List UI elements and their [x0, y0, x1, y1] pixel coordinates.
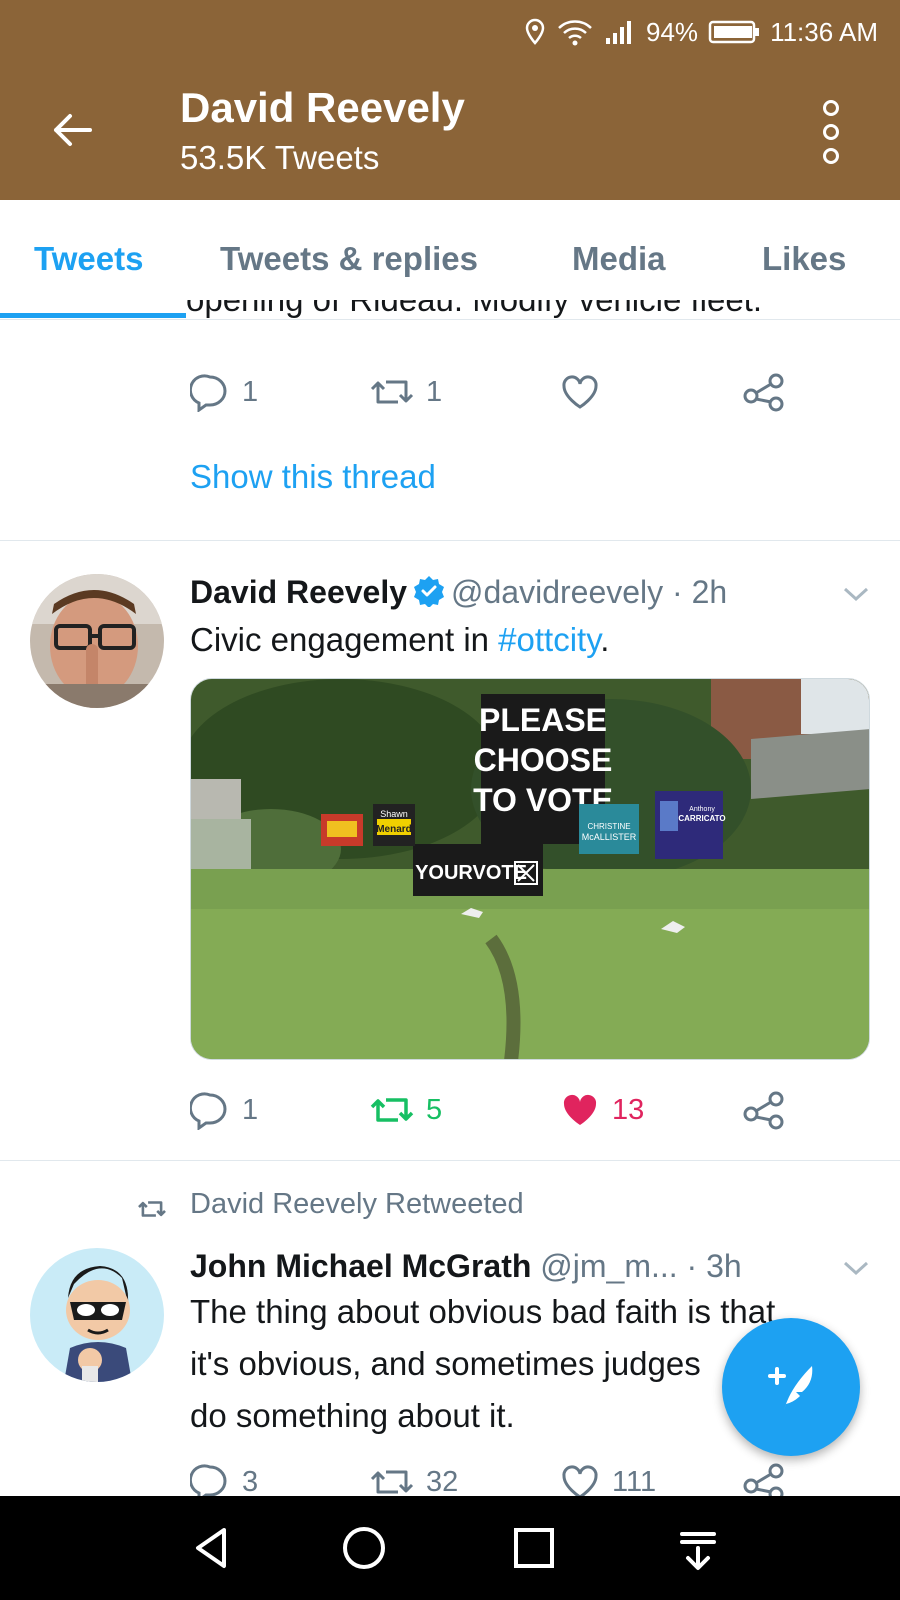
page-title: David Reevely: [180, 84, 465, 131]
sign-shawn: Shawn: [380, 809, 408, 819]
heart-icon: [562, 375, 598, 409]
tweet-photo[interactable]: PLEASE CHOOSE TO VOTE YOURVOTE Shawn Men…: [190, 678, 870, 1060]
heart-icon: [562, 1465, 598, 1499]
retweet-icon: [370, 1470, 414, 1494]
tweet-text: Civic engagement in #ottcity.: [190, 621, 610, 658]
battery-percent: 94%: [646, 16, 699, 47]
clock: 11:36 AM: [770, 16, 878, 47]
reply-icon: [190, 374, 227, 412]
tweet-count: 53.5K Tweets: [180, 139, 380, 176]
more-icon[interactable]: [818, 100, 844, 164]
sign-carricato: CARRICATO: [678, 814, 725, 823]
active-tab-indicator: [0, 313, 186, 318]
tab-tweets-replies[interactable]: Tweets & replies: [220, 240, 478, 278]
heart-icon: [563, 1094, 597, 1125]
avatar[interactable]: [30, 574, 164, 708]
reply-count: 3: [242, 1465, 259, 1498]
share-icon: [743, 373, 784, 412]
reply-button[interactable]: 3: [190, 1462, 258, 1500]
sign-yourvote: YOURVOTE: [415, 862, 527, 884]
tweet-actions: 1 5 13: [190, 1090, 830, 1134]
nav-notifications-icon[interactable]: [672, 1522, 724, 1574]
reply-button[interactable]: 1: [190, 372, 258, 412]
sign-christine: CHRISTINE: [587, 822, 630, 831]
nav-home-icon[interactable]: [338, 1522, 390, 1574]
sign-menard: Menard: [376, 824, 412, 835]
share-button[interactable]: [742, 1090, 786, 1130]
retweet-icon: [370, 380, 414, 404]
tweet-time: · 2h: [672, 574, 728, 610]
divider: [0, 1160, 900, 1161]
like-button[interactable]: 111: [560, 1462, 656, 1500]
reply-icon: [190, 1464, 227, 1500]
sign-anthony: Anthony: [689, 806, 715, 813]
wifi-icon: [558, 20, 592, 46]
like-button[interactable]: 13: [560, 1090, 644, 1130]
retweet-button[interactable]: 1: [370, 372, 442, 412]
chevron-down-icon[interactable]: [842, 584, 870, 604]
nav-recents-icon[interactable]: [508, 1522, 560, 1574]
sign-please: PLEASE: [479, 702, 607, 738]
chevron-down-icon[interactable]: [842, 1258, 870, 1278]
sign-mcallister: McALLISTER: [582, 832, 637, 842]
verified-icon: [414, 576, 445, 607]
share-button[interactable]: [742, 372, 786, 412]
battery-icon: [708, 20, 760, 44]
back-button[interactable]: [50, 108, 94, 152]
signal-icon: [606, 21, 632, 44]
like-button[interactable]: [560, 372, 600, 412]
show-thread-link[interactable]: Show this thread: [190, 458, 436, 496]
retweet-actions: 3 32 111: [190, 1462, 830, 1500]
divider: [0, 540, 900, 541]
hashtag-link[interactable]: #ottcity: [498, 621, 600, 658]
profile-title-block: David Reevely 53.5K Tweets: [180, 82, 465, 180]
share-icon: [743, 1463, 784, 1500]
retweet-count: 5: [426, 1093, 443, 1126]
retweet-icon: [370, 1098, 414, 1122]
tweet-text: The thing about obvious bad faith is tha…: [190, 1293, 776, 1434]
tab-media[interactable]: Media: [572, 240, 666, 278]
like-count: 111: [612, 1465, 657, 1498]
retweeted-label: David Reevely Retweeted: [190, 1188, 524, 1220]
location-icon: [525, 18, 545, 45]
reply-button[interactable]: 1: [190, 1090, 258, 1130]
avatar[interactable]: [30, 1248, 164, 1382]
retweet-button[interactable]: 5: [370, 1090, 442, 1130]
app-header: 94% 11:36 AM David Reevely 53.5K Tweets: [0, 0, 900, 200]
previous-tweet-text: opening of Rideau. Modify vehicle fleet.: [186, 300, 762, 322]
reply-count: 1: [242, 375, 259, 408]
tab-likes[interactable]: Likes: [762, 240, 846, 278]
share-icon: [743, 1091, 784, 1130]
like-count: 13: [612, 1093, 645, 1126]
system-nav-bar: [0, 1496, 900, 1600]
author-name[interactable]: John Michael McGrath: [190, 1248, 531, 1284]
reply-icon: [190, 1092, 227, 1130]
sign-choose: CHOOSE: [474, 742, 613, 778]
nav-back-icon[interactable]: [186, 1522, 238, 1574]
compose-tweet-button[interactable]: [722, 1318, 860, 1456]
previous-tweet-actions: 1 1: [190, 372, 830, 416]
retweet-icon: [138, 1201, 166, 1217]
tweet-header: John Michael McGrath @jm_m... · 3h: [190, 1248, 742, 1285]
retweet-button[interactable]: 32: [370, 1462, 458, 1500]
retweet-count: 32: [426, 1465, 459, 1498]
reply-count: 1: [242, 1093, 259, 1126]
retweet-count: 1: [426, 375, 443, 408]
tweet-time: · 3h: [686, 1248, 742, 1284]
author-handle[interactable]: @jm_m...: [540, 1248, 677, 1284]
tweet-header: David Reevely @davidreevely · 2h: [190, 574, 727, 611]
share-button[interactable]: [742, 1462, 786, 1500]
author-name[interactable]: David Reevely: [190, 574, 407, 610]
author-handle[interactable]: @davidreevely: [451, 574, 663, 610]
compose-icon: [768, 1366, 813, 1410]
back-arrow-icon: [54, 114, 92, 146]
tab-tweets[interactable]: Tweets: [34, 240, 143, 278]
status-bar: 94% 11:36 AM: [524, 14, 878, 50]
